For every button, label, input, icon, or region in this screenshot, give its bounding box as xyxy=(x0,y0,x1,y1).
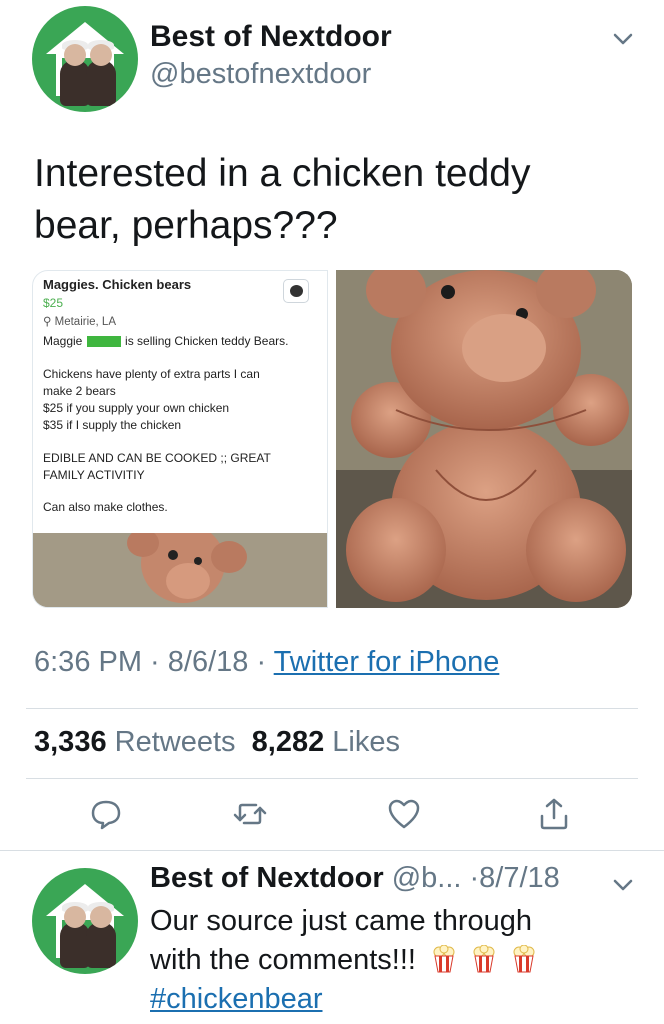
listing-extra: Can also make clothes. xyxy=(43,500,168,514)
divider xyxy=(0,850,664,851)
chevron-down-icon[interactable] xyxy=(610,872,636,898)
chevron-down-icon[interactable] xyxy=(610,26,636,52)
reply-line: Our source just came through xyxy=(150,905,533,937)
popcorn-icon xyxy=(433,945,455,973)
reply-author-name[interactable]: Best of Nextdoor xyxy=(150,862,384,894)
author-avatar[interactable] xyxy=(32,6,138,112)
listing-title: Maggies. Chicken bears xyxy=(43,277,192,292)
divider xyxy=(26,708,638,709)
retweet-icon[interactable] xyxy=(232,796,268,832)
divider xyxy=(26,778,638,779)
reply-date[interactable]: ·8/7/18 xyxy=(470,862,560,894)
redaction-bar xyxy=(86,336,121,348)
reply-author-handle[interactable]: @b... xyxy=(392,862,462,894)
seller-text: is selling Chicken teddy Bears. xyxy=(125,334,289,348)
listing-screenshot[interactable]: Maggies. Chicken bears $25 ⚲ Metairie, L… xyxy=(32,270,328,608)
tweet-source-link[interactable]: Twitter for iPhone xyxy=(274,646,500,678)
listing-seller: Maggie is selling Chicken teddy Bears. xyxy=(43,334,321,348)
listing-location-row: ⚲ Metairie, LA xyxy=(43,314,321,328)
puppet-figure xyxy=(86,40,116,106)
bear-photo-image[interactable] xyxy=(336,270,632,608)
tweet-time: 6:36 PM xyxy=(34,646,142,678)
retweets-count[interactable]: 3,336 xyxy=(34,726,107,758)
likes-label[interactable]: Likes xyxy=(332,726,400,758)
listing-price: $25 xyxy=(43,296,64,310)
reply-line: with the comments!!! xyxy=(150,944,416,976)
retweets-label[interactable]: Retweets xyxy=(115,726,236,758)
location-pin-icon: ⚲ xyxy=(43,316,52,328)
listing-card: Maggies. Chicken bears $25 ⚲ Metairie, L… xyxy=(43,277,321,514)
bear-thumbnail-image xyxy=(33,533,327,607)
tweet-text: Interested in a chicken teddy bear, perh… xyxy=(34,152,531,247)
listing-location: Metairie, LA xyxy=(54,316,116,328)
reply-author-avatar[interactable] xyxy=(32,868,138,974)
reply-line-with-emoji: with the comments!!! xyxy=(150,941,620,980)
tweet-media[interactable]: Maggies. Chicken bears $25 ⚲ Metairie, L… xyxy=(32,270,632,608)
popcorn-icon xyxy=(513,945,535,973)
listing-note: EDIBLE AND CAN BE COOKED ;; GREAT FAMILY… xyxy=(43,451,271,482)
tweet-date: 8/6/18 xyxy=(167,646,249,678)
likes-count[interactable]: 8,282 xyxy=(252,726,325,758)
seller-name: Maggie xyxy=(43,334,83,348)
share-icon[interactable] xyxy=(536,796,572,832)
author-handle[interactable]: @bestofnextdoor xyxy=(150,58,371,91)
author-name[interactable]: Best of Nextdoor xyxy=(150,20,392,54)
hashtag-link[interactable]: #chickenbear xyxy=(150,983,323,1015)
reply-header: Best of Nextdoor @b... ·8/7/18 xyxy=(150,862,560,895)
meta-separator: · xyxy=(248,646,274,678)
popcorn-icon xyxy=(473,945,495,973)
listing-body: Chickens have plenty of extra parts I ca… xyxy=(43,367,260,432)
tweet-stats: 3,336 Retweets 8,282 Likes xyxy=(34,726,400,759)
reply-icon[interactable] xyxy=(88,796,124,832)
message-icon xyxy=(283,279,309,303)
tweet-meta: 6:36 PM · 8/6/18 · Twitter for iPhone xyxy=(34,646,499,679)
reply-text: Our source just came through with the co… xyxy=(150,902,620,1019)
meta-separator: · xyxy=(142,646,168,678)
puppet-figure xyxy=(86,902,116,968)
like-icon[interactable] xyxy=(386,796,422,832)
